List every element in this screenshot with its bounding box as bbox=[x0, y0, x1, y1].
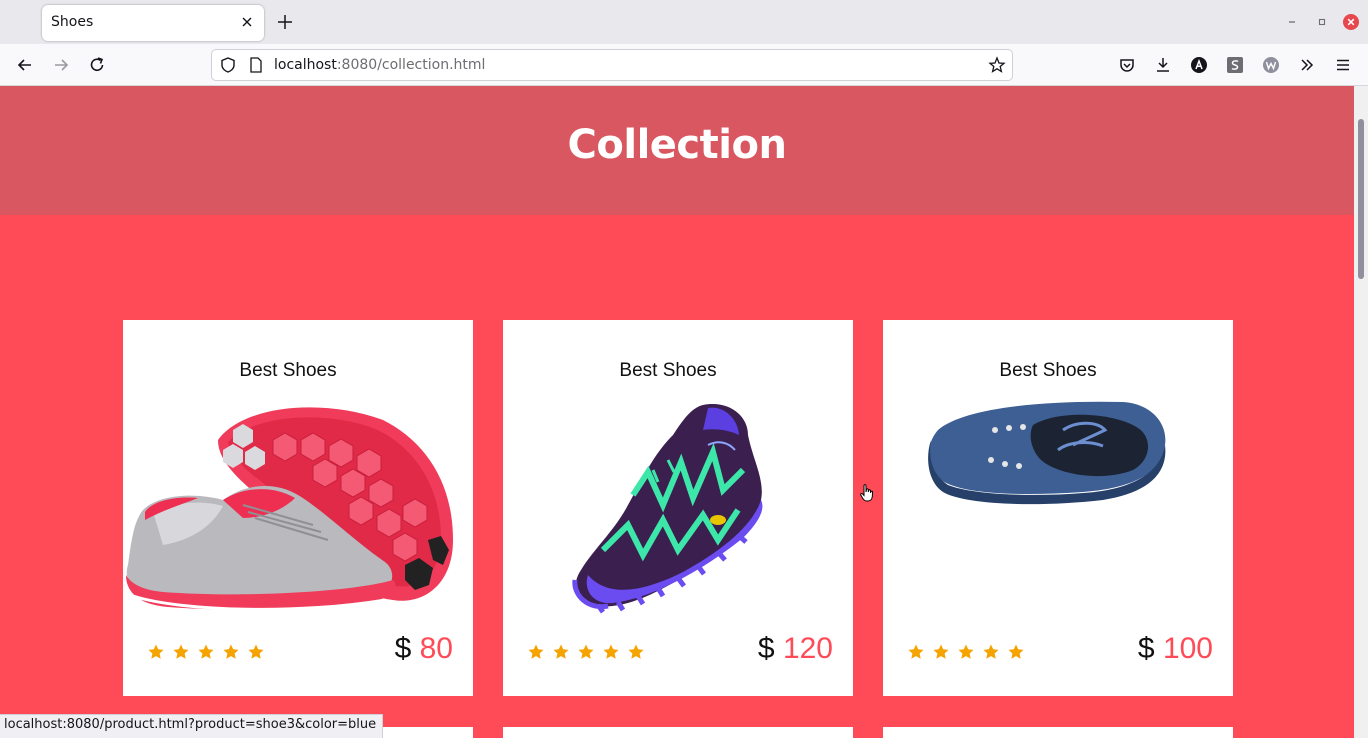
blue-canvas-shoe-image[interactable] bbox=[883, 400, 1233, 620]
price-currency: $ bbox=[757, 632, 775, 665]
shield-icon[interactable] bbox=[219, 56, 237, 74]
product-name: Best Shoes bbox=[239, 360, 337, 381]
product-price: $ 80 bbox=[395, 632, 453, 666]
star-icon bbox=[553, 644, 569, 659]
product-card-3[interactable]: Best Shoes $ 100 bbox=[883, 320, 1233, 696]
price-currency: $ bbox=[394, 632, 412, 665]
account-icon[interactable] bbox=[1189, 55, 1209, 75]
star-icon bbox=[173, 644, 189, 659]
vertical-scrollbar[interactable] bbox=[1354, 86, 1368, 738]
bookmark-star-icon[interactable] bbox=[988, 56, 1006, 74]
star-icon bbox=[1008, 644, 1024, 659]
price-amount: 100 bbox=[1162, 632, 1213, 665]
status-bar-link-preview: localhost:8080/product.html?product=shoe… bbox=[0, 714, 384, 738]
price-amount: 80 bbox=[419, 632, 453, 665]
tab-shoes[interactable]: Shoes bbox=[42, 5, 264, 41]
pocket-icon[interactable] bbox=[1117, 55, 1137, 75]
star-icon bbox=[198, 644, 214, 659]
minimize-icon[interactable] bbox=[1284, 14, 1300, 30]
product-name: Best Shoes bbox=[999, 360, 1097, 381]
forward-icon[interactable] bbox=[51, 55, 71, 75]
star-icon bbox=[148, 644, 164, 659]
product-card-2[interactable]: Best Shoes $ 120 bbox=[503, 320, 853, 696]
new-tab-icon[interactable] bbox=[276, 13, 294, 31]
star-icon bbox=[223, 644, 239, 659]
reload-icon[interactable] bbox=[87, 55, 107, 75]
back-icon[interactable] bbox=[15, 55, 35, 75]
product-name: Best Shoes bbox=[619, 360, 717, 381]
hero-banner: Collection bbox=[0, 86, 1354, 215]
download-icon[interactable] bbox=[1153, 55, 1173, 75]
hand-pointer-cursor-icon bbox=[860, 484, 874, 502]
star-icon bbox=[908, 644, 924, 659]
extension-w-icon[interactable] bbox=[1261, 55, 1281, 75]
navigation-toolbar: localhost:8080/collection.html bbox=[0, 44, 1368, 86]
star-icon bbox=[248, 644, 264, 659]
star-icon bbox=[628, 644, 644, 659]
product-card-6-peek[interactable] bbox=[883, 727, 1233, 738]
close-window-icon[interactable] bbox=[1343, 14, 1359, 30]
scrollbar-thumb[interactable] bbox=[1358, 119, 1364, 279]
star-icon bbox=[933, 644, 949, 659]
url-host: localhost bbox=[274, 57, 337, 73]
star-icon bbox=[528, 644, 544, 659]
star-icon bbox=[603, 644, 619, 659]
price-amount: 120 bbox=[782, 632, 833, 665]
product-price: $ 100 bbox=[1138, 632, 1213, 666]
url-text: localhost:8080/collection.html bbox=[274, 57, 485, 73]
pink-gray-sneaker-image[interactable] bbox=[123, 400, 473, 620]
price-currency: $ bbox=[1137, 632, 1155, 665]
product-card-1[interactable]: Best Shoes $ 80 bbox=[123, 320, 473, 696]
rating-stars bbox=[147, 643, 265, 663]
extension-s-icon[interactable] bbox=[1225, 55, 1245, 75]
page-viewport: Collection Best Shoes $ 80 Best Shoes $ … bbox=[0, 86, 1354, 738]
page-title: Collection bbox=[567, 122, 787, 168]
star-icon bbox=[578, 644, 594, 659]
url-bar[interactable]: localhost:8080/collection.html bbox=[211, 49, 1013, 81]
tab-bar: Shoes bbox=[0, 0, 1368, 44]
rating-stars bbox=[527, 643, 645, 663]
product-card-5-peek[interactable] bbox=[503, 727, 853, 738]
tab-title: Shoes bbox=[51, 14, 94, 30]
star-icon bbox=[958, 644, 974, 659]
star-icon bbox=[983, 644, 999, 659]
restore-icon[interactable] bbox=[1314, 14, 1330, 30]
overflow-chevrons-icon[interactable] bbox=[1297, 55, 1317, 75]
rating-stars bbox=[907, 643, 1025, 663]
product-price: $ 120 bbox=[758, 632, 833, 666]
menu-icon[interactable] bbox=[1333, 55, 1353, 75]
page-icon[interactable] bbox=[247, 56, 265, 74]
close-tab-icon[interactable] bbox=[238, 13, 256, 31]
purple-green-trail-shoe-image[interactable] bbox=[503, 400, 853, 620]
url-path: :8080/collection.html bbox=[336, 57, 486, 73]
